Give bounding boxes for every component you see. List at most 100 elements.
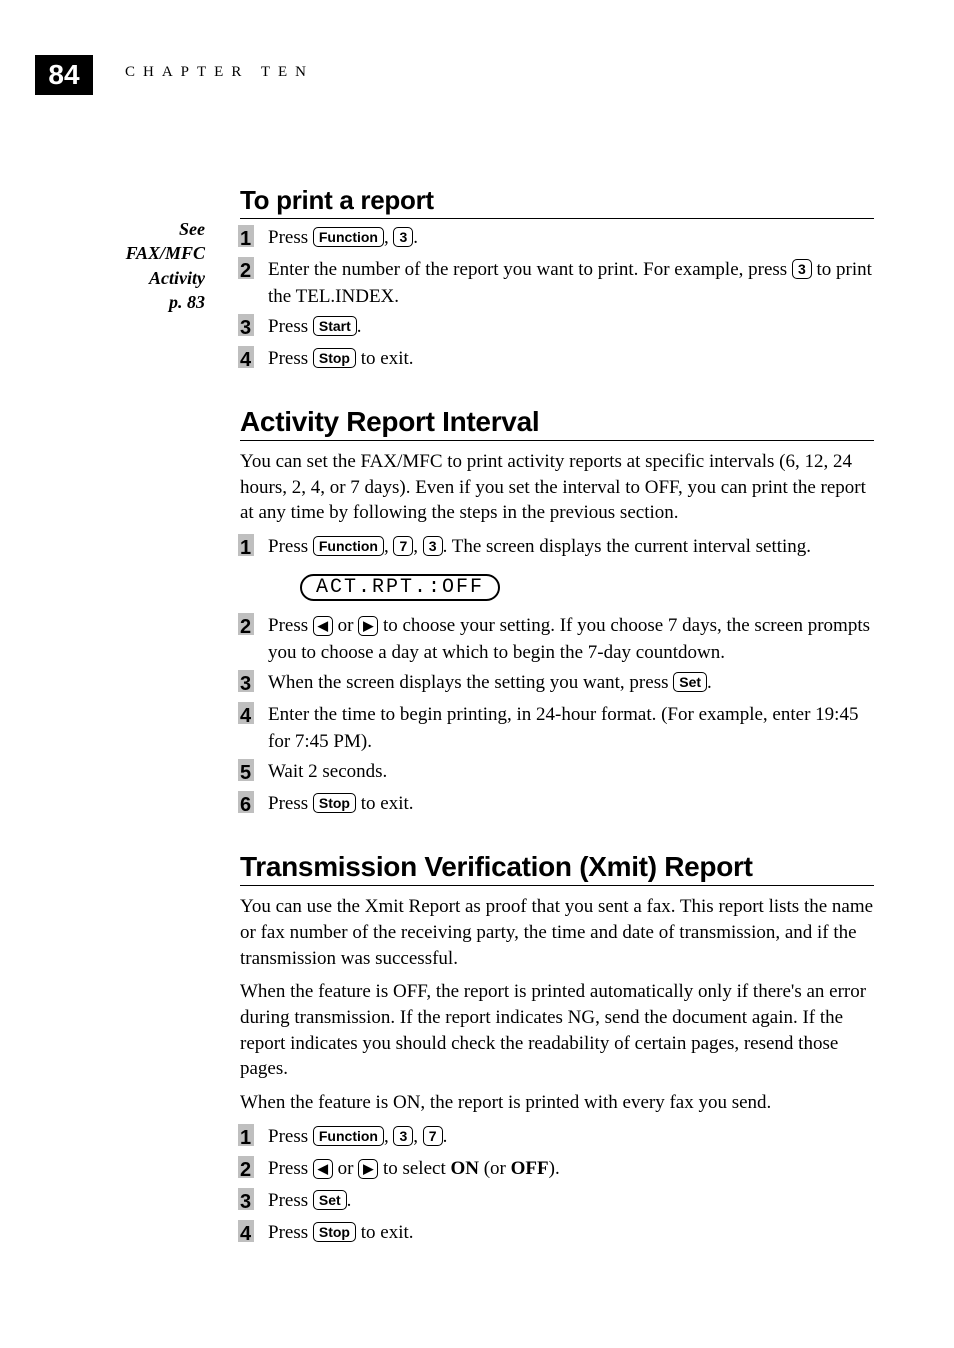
step: 2 Press ◀ or ▶ to choose your setting. I… <box>240 613 874 666</box>
paragraph: When the feature is ON, the report is pr… <box>240 1090 874 1116</box>
step-text: , <box>384 227 394 248</box>
section-title: To print a report <box>240 185 874 219</box>
digit-key: 3 <box>393 227 413 247</box>
step: 4 Press Stop to exit. <box>240 346 874 374</box>
step-text: Press <box>268 1158 313 1179</box>
paragraph: When the feature is OFF, the report is p… <box>240 979 874 1082</box>
page-number-box: 84 <box>35 55 93 95</box>
step-text: Press <box>268 1190 313 1211</box>
step-text: to exit. <box>356 1222 414 1243</box>
step: 1 Press Function, 3, 7. <box>240 1124 874 1152</box>
step-text: Enter the number of the report you want … <box>268 259 792 280</box>
step-text: Press <box>268 227 313 248</box>
section-title: Activity Report Interval <box>240 406 874 441</box>
step-body: Wait 2 seconds. <box>268 759 874 786</box>
step-number: 3 <box>240 670 268 698</box>
step-body: Press Start. <box>268 314 874 341</box>
bold-text: ON <box>450 1158 479 1179</box>
stop-key: Stop <box>313 348 356 368</box>
step-text: . <box>707 672 712 693</box>
paragraph: You can set the FAX/MFC to print activit… <box>240 449 874 526</box>
step: 2 Press ◀ or ▶ to select ON (or OFF). <box>240 1156 874 1184</box>
step: 3 When the screen displays the setting y… <box>240 670 874 698</box>
sidebar-line: See <box>179 219 205 239</box>
step-text: . The screen displays the current interv… <box>443 536 811 557</box>
step-body: Enter the time to begin printing, in 24-… <box>268 702 874 755</box>
start-key: Start <box>313 316 357 336</box>
step-body: Enter the number of the report you want … <box>268 257 874 310</box>
step-text: Press <box>268 348 313 369</box>
function-key: Function <box>313 1126 384 1146</box>
step-text: . <box>413 227 418 248</box>
step-number: 4 <box>240 346 268 374</box>
step-number: 6 <box>240 791 268 819</box>
step-text: Press <box>268 536 313 557</box>
step-text: . <box>357 316 362 337</box>
step-text: Press <box>268 1222 313 1243</box>
step-number: 3 <box>240 314 268 342</box>
digit-key: 3 <box>792 259 812 279</box>
set-key: Set <box>313 1190 347 1210</box>
step-number: 2 <box>240 613 268 641</box>
step-text: (or <box>479 1158 511 1179</box>
lcd-display: ACT.RPT.:OFF <box>300 574 610 601</box>
lcd-text: ACT.RPT.:OFF <box>300 574 500 601</box>
page-number: 84 <box>48 59 79 91</box>
step: 4 Press Stop to exit. <box>240 1220 874 1248</box>
sidebar-line: Activity <box>149 268 205 288</box>
digit-key: 3 <box>393 1126 413 1146</box>
function-key: Function <box>313 536 384 556</box>
step-text: , <box>413 536 423 557</box>
step-number: 4 <box>240 1220 268 1248</box>
digit-key: 7 <box>393 536 413 556</box>
step-text: Press <box>268 1126 313 1147</box>
right-arrow-key: ▶ <box>358 616 378 636</box>
step: 6 Press Stop to exit. <box>240 791 874 819</box>
step-list: 2 Press ◀ or ▶ to choose your setting. I… <box>240 613 874 819</box>
step-text: Press <box>268 793 313 814</box>
set-key: Set <box>673 672 707 692</box>
step-text: . <box>347 1190 352 1211</box>
step-text: When the screen displays the setting you… <box>268 672 673 693</box>
step-text: ). <box>549 1158 560 1179</box>
step-text: to select <box>378 1158 450 1179</box>
step-text: , <box>413 1126 423 1147</box>
step-body: Press Stop to exit. <box>268 791 874 818</box>
step: 3 Press Start. <box>240 314 874 342</box>
step-body: Press Stop to exit. <box>268 1220 874 1247</box>
step-text: to exit. <box>356 793 414 814</box>
step-text: . <box>443 1126 448 1147</box>
section-title: Transmission Verification (Xmit) Report <box>240 851 874 886</box>
step-text: , <box>384 536 394 557</box>
left-arrow-key: ◀ <box>313 616 333 636</box>
step-number: 1 <box>240 1124 268 1152</box>
step: 3 Press Set. <box>240 1188 874 1216</box>
step-number: 5 <box>240 759 268 787</box>
step-list: 1 Press Function, 7, 3. The screen displ… <box>240 534 874 562</box>
chapter-heading: CHAPTER TEN <box>125 64 314 81</box>
step: 1 Press Function, 7, 3. The screen displ… <box>240 534 874 562</box>
step-number: 3 <box>240 1188 268 1216</box>
step-number: 1 <box>240 534 268 562</box>
digit-key: 7 <box>423 1126 443 1146</box>
sidebar-note: See FAX/MFC Activity p. 83 <box>85 217 205 314</box>
step-list: 1 Press Function, 3, 7. 2 Press ◀ or ▶ t… <box>240 1124 874 1248</box>
step-body: Press Set. <box>268 1188 874 1215</box>
step-number: 2 <box>240 257 268 285</box>
content-column: To print a report 1 Press Function, 3. 2… <box>240 185 874 1248</box>
page: 84 CHAPTER TEN See FAX/MFC Activity p. 8… <box>0 0 954 1312</box>
left-arrow-key: ◀ <box>313 1159 333 1179</box>
step-body: Press Function, 7, 3. The screen display… <box>268 534 874 561</box>
function-key: Function <box>313 227 384 247</box>
step-list: 1 Press Function, 3. 2 Enter the number … <box>240 225 874 374</box>
step-number: 2 <box>240 1156 268 1184</box>
stop-key: Stop <box>313 793 356 813</box>
step: 1 Press Function, 3. <box>240 225 874 253</box>
step-body: When the screen displays the setting you… <box>268 670 874 697</box>
bold-text: OFF <box>511 1158 549 1179</box>
step: 2 Enter the number of the report you wan… <box>240 257 874 310</box>
right-arrow-key: ▶ <box>358 1159 378 1179</box>
step-text: Press <box>268 615 313 636</box>
digit-key: 3 <box>423 536 443 556</box>
step: 4 Enter the time to begin printing, in 2… <box>240 702 874 755</box>
